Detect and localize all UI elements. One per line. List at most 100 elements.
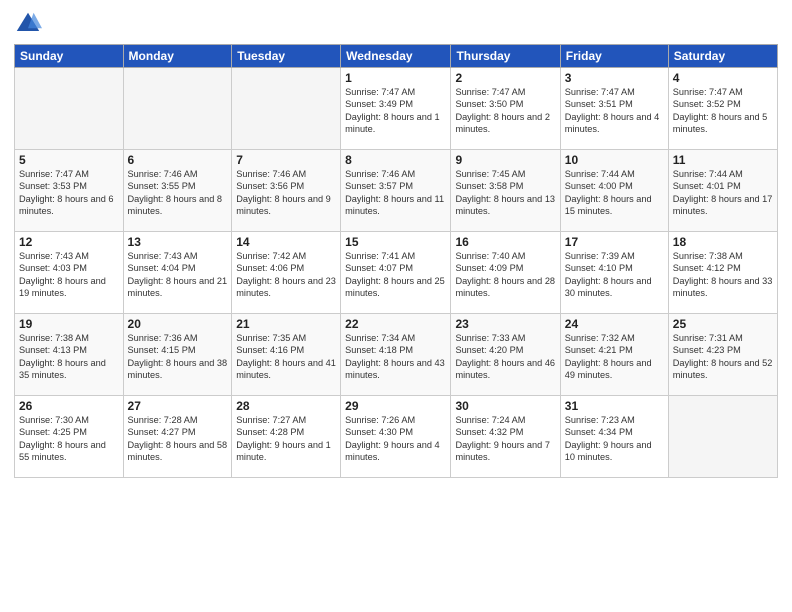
day-info: Sunrise: 7:35 AMSunset: 4:16 PMDaylight:… — [236, 332, 336, 382]
day-number: 7 — [236, 153, 336, 167]
calendar-day-cell: 6Sunrise: 7:46 AMSunset: 3:55 PMDaylight… — [123, 150, 232, 232]
calendar-week-row: 12Sunrise: 7:43 AMSunset: 4:03 PMDayligh… — [15, 232, 778, 314]
day-number: 27 — [128, 399, 228, 413]
day-number: 8 — [345, 153, 446, 167]
calendar-day-cell: 26Sunrise: 7:30 AMSunset: 4:25 PMDayligh… — [15, 396, 124, 478]
day-number: 24 — [565, 317, 664, 331]
header — [14, 10, 778, 38]
day-info: Sunrise: 7:40 AMSunset: 4:09 PMDaylight:… — [455, 250, 555, 300]
calendar-header-row: Sunday Monday Tuesday Wednesday Thursday… — [15, 45, 778, 68]
calendar-day-cell — [668, 396, 777, 478]
day-info: Sunrise: 7:47 AMSunset: 3:52 PMDaylight:… — [673, 86, 773, 136]
day-number: 30 — [455, 399, 555, 413]
day-info: Sunrise: 7:31 AMSunset: 4:23 PMDaylight:… — [673, 332, 773, 382]
day-info: Sunrise: 7:47 AMSunset: 3:49 PMDaylight:… — [345, 86, 446, 136]
calendar-day-cell: 16Sunrise: 7:40 AMSunset: 4:09 PMDayligh… — [451, 232, 560, 314]
day-info: Sunrise: 7:47 AMSunset: 3:51 PMDaylight:… — [565, 86, 664, 136]
day-number: 16 — [455, 235, 555, 249]
day-number: 3 — [565, 71, 664, 85]
day-number: 1 — [345, 71, 446, 85]
day-info: Sunrise: 7:44 AMSunset: 4:01 PMDaylight:… — [673, 168, 773, 218]
day-info: Sunrise: 7:45 AMSunset: 3:58 PMDaylight:… — [455, 168, 555, 218]
calendar-day-cell: 24Sunrise: 7:32 AMSunset: 4:21 PMDayligh… — [560, 314, 668, 396]
day-number: 12 — [19, 235, 119, 249]
day-number: 2 — [455, 71, 555, 85]
day-info: Sunrise: 7:27 AMSunset: 4:28 PMDaylight:… — [236, 414, 336, 464]
day-info: Sunrise: 7:44 AMSunset: 4:00 PMDaylight:… — [565, 168, 664, 218]
calendar-day-cell — [123, 68, 232, 150]
calendar-day-cell: 8Sunrise: 7:46 AMSunset: 3:57 PMDaylight… — [341, 150, 451, 232]
day-info: Sunrise: 7:46 AMSunset: 3:55 PMDaylight:… — [128, 168, 228, 218]
calendar-day-cell — [15, 68, 124, 150]
day-number: 28 — [236, 399, 336, 413]
day-number: 17 — [565, 235, 664, 249]
day-info: Sunrise: 7:41 AMSunset: 4:07 PMDaylight:… — [345, 250, 446, 300]
header-saturday: Saturday — [668, 45, 777, 68]
day-info: Sunrise: 7:43 AMSunset: 4:04 PMDaylight:… — [128, 250, 228, 300]
calendar-week-row: 19Sunrise: 7:38 AMSunset: 4:13 PMDayligh… — [15, 314, 778, 396]
calendar-day-cell: 30Sunrise: 7:24 AMSunset: 4:32 PMDayligh… — [451, 396, 560, 478]
day-info: Sunrise: 7:26 AMSunset: 4:30 PMDaylight:… — [345, 414, 446, 464]
day-info: Sunrise: 7:24 AMSunset: 4:32 PMDaylight:… — [455, 414, 555, 464]
day-info: Sunrise: 7:42 AMSunset: 4:06 PMDaylight:… — [236, 250, 336, 300]
logo — [14, 10, 46, 38]
calendar-day-cell: 22Sunrise: 7:34 AMSunset: 4:18 PMDayligh… — [341, 314, 451, 396]
day-number: 31 — [565, 399, 664, 413]
day-number: 29 — [345, 399, 446, 413]
day-number: 4 — [673, 71, 773, 85]
calendar-day-cell: 31Sunrise: 7:23 AMSunset: 4:34 PMDayligh… — [560, 396, 668, 478]
calendar-day-cell: 19Sunrise: 7:38 AMSunset: 4:13 PMDayligh… — [15, 314, 124, 396]
calendar-table: Sunday Monday Tuesday Wednesday Thursday… — [14, 44, 778, 478]
day-number: 19 — [19, 317, 119, 331]
calendar-day-cell: 27Sunrise: 7:28 AMSunset: 4:27 PMDayligh… — [123, 396, 232, 478]
day-number: 26 — [19, 399, 119, 413]
day-info: Sunrise: 7:47 AMSunset: 3:50 PMDaylight:… — [455, 86, 555, 136]
calendar-day-cell: 14Sunrise: 7:42 AMSunset: 4:06 PMDayligh… — [232, 232, 341, 314]
day-info: Sunrise: 7:30 AMSunset: 4:25 PMDaylight:… — [19, 414, 119, 464]
header-wednesday: Wednesday — [341, 45, 451, 68]
day-number: 9 — [455, 153, 555, 167]
calendar-week-row: 5Sunrise: 7:47 AMSunset: 3:53 PMDaylight… — [15, 150, 778, 232]
day-info: Sunrise: 7:23 AMSunset: 4:34 PMDaylight:… — [565, 414, 664, 464]
calendar-day-cell: 18Sunrise: 7:38 AMSunset: 4:12 PMDayligh… — [668, 232, 777, 314]
logo-icon — [14, 10, 42, 38]
calendar-day-cell: 9Sunrise: 7:45 AMSunset: 3:58 PMDaylight… — [451, 150, 560, 232]
day-info: Sunrise: 7:46 AMSunset: 3:56 PMDaylight:… — [236, 168, 336, 218]
day-info: Sunrise: 7:38 AMSunset: 4:13 PMDaylight:… — [19, 332, 119, 382]
calendar-day-cell: 25Sunrise: 7:31 AMSunset: 4:23 PMDayligh… — [668, 314, 777, 396]
calendar-day-cell: 2Sunrise: 7:47 AMSunset: 3:50 PMDaylight… — [451, 68, 560, 150]
header-monday: Monday — [123, 45, 232, 68]
header-thursday: Thursday — [451, 45, 560, 68]
calendar-day-cell: 12Sunrise: 7:43 AMSunset: 4:03 PMDayligh… — [15, 232, 124, 314]
calendar-day-cell: 20Sunrise: 7:36 AMSunset: 4:15 PMDayligh… — [123, 314, 232, 396]
calendar-day-cell: 21Sunrise: 7:35 AMSunset: 4:16 PMDayligh… — [232, 314, 341, 396]
calendar-day-cell: 7Sunrise: 7:46 AMSunset: 3:56 PMDaylight… — [232, 150, 341, 232]
calendar-day-cell: 17Sunrise: 7:39 AMSunset: 4:10 PMDayligh… — [560, 232, 668, 314]
calendar-day-cell: 10Sunrise: 7:44 AMSunset: 4:00 PMDayligh… — [560, 150, 668, 232]
day-number: 21 — [236, 317, 336, 331]
header-tuesday: Tuesday — [232, 45, 341, 68]
day-info: Sunrise: 7:34 AMSunset: 4:18 PMDaylight:… — [345, 332, 446, 382]
calendar-day-cell: 4Sunrise: 7:47 AMSunset: 3:52 PMDaylight… — [668, 68, 777, 150]
calendar-day-cell: 5Sunrise: 7:47 AMSunset: 3:53 PMDaylight… — [15, 150, 124, 232]
day-number: 6 — [128, 153, 228, 167]
day-number: 5 — [19, 153, 119, 167]
day-info: Sunrise: 7:39 AMSunset: 4:10 PMDaylight:… — [565, 250, 664, 300]
day-info: Sunrise: 7:28 AMSunset: 4:27 PMDaylight:… — [128, 414, 228, 464]
day-number: 25 — [673, 317, 773, 331]
day-info: Sunrise: 7:43 AMSunset: 4:03 PMDaylight:… — [19, 250, 119, 300]
calendar-day-cell: 23Sunrise: 7:33 AMSunset: 4:20 PMDayligh… — [451, 314, 560, 396]
day-number: 22 — [345, 317, 446, 331]
day-info: Sunrise: 7:33 AMSunset: 4:20 PMDaylight:… — [455, 332, 555, 382]
calendar-day-cell: 1Sunrise: 7:47 AMSunset: 3:49 PMDaylight… — [341, 68, 451, 150]
calendar-week-row: 26Sunrise: 7:30 AMSunset: 4:25 PMDayligh… — [15, 396, 778, 478]
day-number: 20 — [128, 317, 228, 331]
calendar-day-cell: 15Sunrise: 7:41 AMSunset: 4:07 PMDayligh… — [341, 232, 451, 314]
page-container: Sunday Monday Tuesday Wednesday Thursday… — [0, 0, 792, 486]
day-number: 10 — [565, 153, 664, 167]
day-info: Sunrise: 7:47 AMSunset: 3:53 PMDaylight:… — [19, 168, 119, 218]
calendar-week-row: 1Sunrise: 7:47 AMSunset: 3:49 PMDaylight… — [15, 68, 778, 150]
day-number: 15 — [345, 235, 446, 249]
calendar-day-cell: 13Sunrise: 7:43 AMSunset: 4:04 PMDayligh… — [123, 232, 232, 314]
calendar-day-cell: 29Sunrise: 7:26 AMSunset: 4:30 PMDayligh… — [341, 396, 451, 478]
